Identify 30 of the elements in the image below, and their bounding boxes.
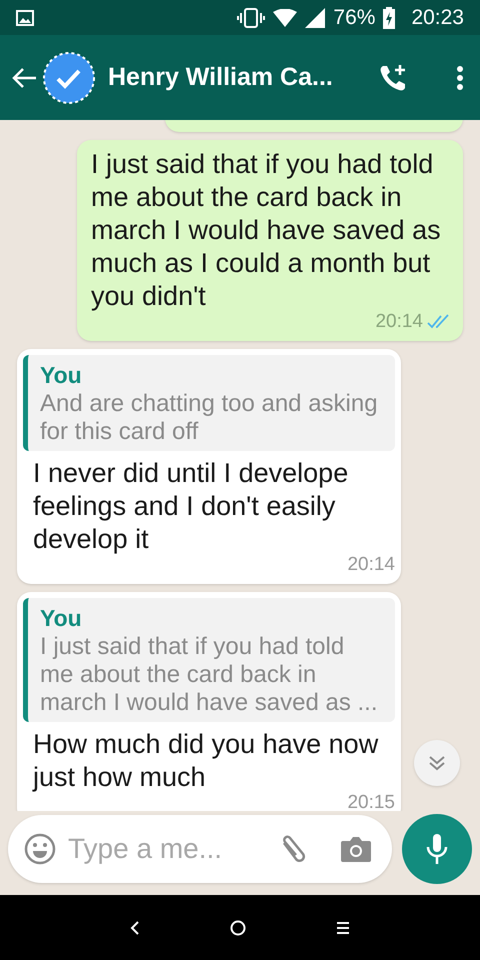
back-arrow-icon[interactable] [12,66,38,88]
battery-charging-icon [383,6,396,28]
battery-percentage: 76% [333,4,376,31]
quote-text: And are chatting too and asking for this card off [40,390,379,446]
message-text: I never did until I develope feelings and I don't easily develop it [32,457,350,556]
menu-icon[interactable] [336,920,350,934]
scroll-down-button[interactable] [414,740,460,786]
message-time: 20:14 [347,552,395,577]
clock: 20:23 [411,4,464,31]
quote-author: You [40,604,83,633]
quoted-message[interactable]: You I just said that if you had told me about the card back in march I would have saved as ... [23,598,395,722]
microphone-icon [426,833,448,865]
emoji-icon[interactable] [24,833,56,865]
message-field[interactable]: Type a me... [8,815,392,883]
vibrate-icon [237,8,266,28]
more-options-icon[interactable] [456,64,464,90]
image-icon [16,10,34,26]
camera-icon[interactable] [340,835,372,863]
message-input: Type a me... [68,828,258,870]
signal-icon [305,8,326,28]
contact-name[interactable]: Henry William Ca... [108,58,333,96]
back-icon[interactable] [130,920,140,936]
quoted-message[interactable]: You And are chatting too and asking for this card off [23,355,395,451]
quote-text: I just said that if you had told me about the card back in march I would have saved as ... [40,633,378,717]
quote-author: You [40,361,83,390]
avatar-check-icon[interactable] [42,50,96,104]
home-icon[interactable] [230,920,246,936]
double-chevron-down-icon [428,755,446,771]
add-call-icon[interactable] [378,62,408,92]
wifi-icon [273,8,298,26]
